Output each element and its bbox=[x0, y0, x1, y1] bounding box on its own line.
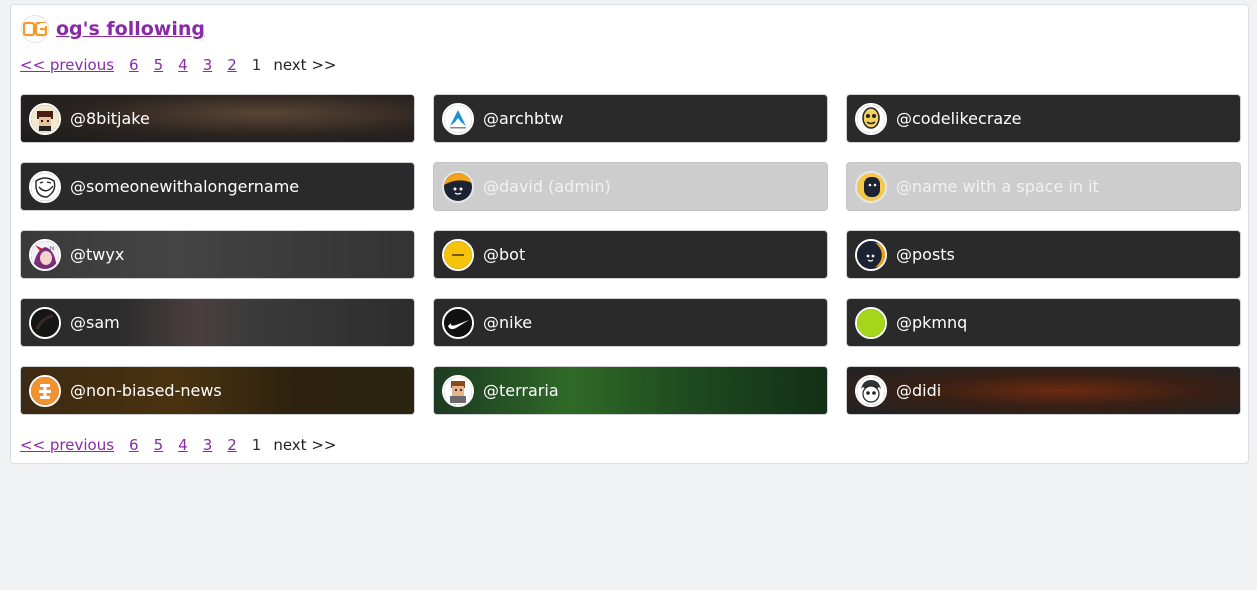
previous-link[interactable]: << previous bbox=[20, 56, 114, 74]
arch-linux-avatar bbox=[442, 102, 474, 135]
page-link-2[interactable]: 2 bbox=[227, 436, 237, 454]
page-link-5[interactable]: 5 bbox=[154, 56, 164, 74]
username: @codelikecraze bbox=[896, 109, 1022, 128]
username: @twyx bbox=[70, 245, 125, 264]
username: @non-biased-news bbox=[70, 381, 222, 400]
username: @sam bbox=[70, 313, 120, 332]
navy-blob-avatar bbox=[855, 170, 887, 203]
current-page: 1 bbox=[251, 56, 262, 74]
cartoon-avatar bbox=[855, 374, 887, 407]
user-card[interactable]: @someonewithalongername bbox=[20, 162, 415, 211]
next-link[interactable]: next >> bbox=[273, 56, 336, 74]
navy-smile-avatar bbox=[442, 170, 474, 203]
pixel-face-avatar bbox=[29, 102, 61, 135]
page-link-5[interactable]: 5 bbox=[154, 436, 164, 454]
user-card[interactable]: @sam bbox=[20, 298, 415, 347]
page-link-3[interactable]: 3 bbox=[203, 56, 213, 74]
yellow-face-avatar bbox=[855, 102, 887, 135]
user-card[interactable]: @terraria bbox=[433, 366, 828, 415]
page-link-6[interactable]: 6 bbox=[129, 56, 139, 74]
navy-moon-avatar bbox=[855, 238, 887, 271]
nike-swoosh-avatar bbox=[442, 306, 474, 339]
current-page: 1 bbox=[251, 436, 262, 454]
user-card[interactable]: @didi bbox=[846, 366, 1241, 415]
username: @posts bbox=[896, 245, 955, 264]
username: @didi bbox=[896, 381, 942, 400]
dark-avatar bbox=[29, 306, 61, 339]
username: @nike bbox=[483, 313, 533, 332]
page-link-4[interactable]: 4 bbox=[178, 56, 188, 74]
page-link-3[interactable]: 3 bbox=[203, 436, 213, 454]
user-card[interactable]: @8bitjake bbox=[20, 94, 415, 143]
green-circle-avatar bbox=[855, 306, 887, 339]
pagination-top: << previous 6 5 4 3 2 1 next >> bbox=[20, 55, 336, 75]
user-card[interactable]: @bot bbox=[433, 230, 828, 279]
user-card[interactable]: @archbtw bbox=[433, 94, 828, 143]
previous-link[interactable]: << previous bbox=[20, 436, 114, 454]
user-card[interactable]: @posts bbox=[846, 230, 1241, 279]
terraria-guide-avatar bbox=[442, 374, 474, 407]
troll-face-avatar bbox=[29, 170, 61, 203]
pagination-bottom: << previous 6 5 4 3 2 1 next >> bbox=[20, 435, 336, 455]
yellow-bot-avatar bbox=[442, 238, 474, 271]
user-card[interactable]: hi @twyx bbox=[20, 230, 415, 279]
username: @david (admin) bbox=[483, 177, 611, 196]
username: @someonewithalongername bbox=[70, 177, 300, 196]
user-card[interactable]: @nike bbox=[433, 298, 828, 347]
user-card[interactable]: @pkmnq bbox=[846, 298, 1241, 347]
user-card[interactable]: @codelikecraze bbox=[846, 94, 1241, 143]
username: @terraria bbox=[483, 381, 559, 400]
og-logo-icon bbox=[21, 15, 49, 43]
page-link-2[interactable]: 2 bbox=[227, 56, 237, 74]
user-card[interactable]: @non-biased-news bbox=[20, 366, 415, 415]
page-header: og's following bbox=[21, 15, 205, 43]
username: @8bitjake bbox=[70, 109, 150, 128]
username: @name with a space in it bbox=[896, 177, 1099, 196]
next-link[interactable]: next >> bbox=[273, 436, 336, 454]
page-link-6[interactable]: 6 bbox=[129, 436, 139, 454]
anime-avatar: hi bbox=[29, 238, 61, 271]
username: @archbtw bbox=[483, 109, 564, 128]
page-title[interactable]: og's following bbox=[56, 18, 205, 40]
username: @pkmnq bbox=[896, 313, 968, 332]
user-card[interactable]: @david (admin) bbox=[433, 162, 828, 211]
page-link-4[interactable]: 4 bbox=[178, 436, 188, 454]
username: @bot bbox=[483, 245, 526, 264]
user-card[interactable]: @name with a space in it bbox=[846, 162, 1241, 211]
svg-text:hi: hi bbox=[50, 246, 55, 252]
orange-news-avatar bbox=[29, 374, 61, 407]
